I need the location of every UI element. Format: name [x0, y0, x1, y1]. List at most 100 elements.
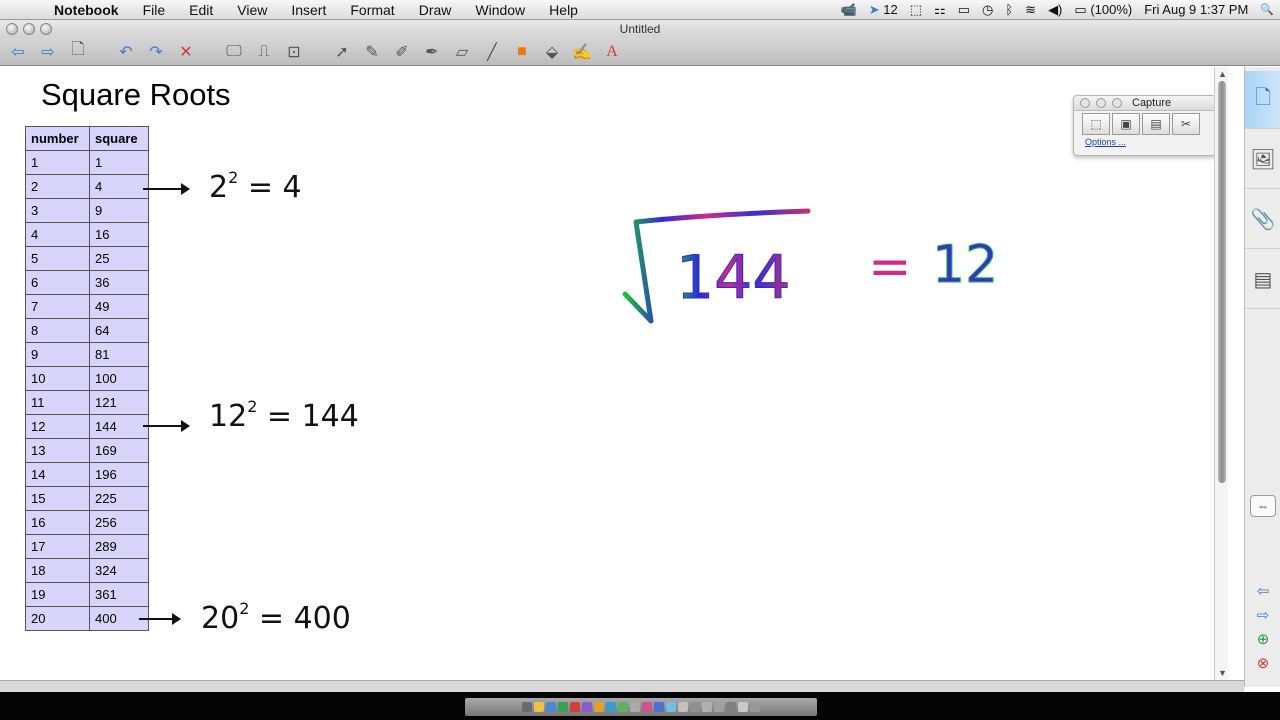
- dock-app-icon[interactable]: [690, 702, 700, 712]
- menu-edit[interactable]: Edit: [177, 0, 225, 20]
- cursor-icon: ➤: [868, 2, 880, 17]
- gallery-tab-icon[interactable]: 🖼: [1245, 131, 1280, 189]
- dock-app-icon[interactable]: [618, 702, 628, 712]
- dock-app-icon[interactable]: [546, 702, 556, 712]
- capture-title-bar[interactable]: Capture: [1074, 96, 1215, 111]
- select-tool-icon[interactable]: ➚: [330, 41, 354, 63]
- battery-indicator[interactable]: ▭ (100%): [1068, 0, 1138, 20]
- window-title: Untitled: [619, 22, 661, 36]
- dock-area: [0, 692, 1280, 720]
- side-delete-page-icon[interactable]: ⊗: [1253, 653, 1273, 673]
- radicand-text: 144: [676, 243, 791, 313]
- capture-options-link[interactable]: Options ...: [1074, 137, 1215, 147]
- menu-app-notebook[interactable]: Notebook: [44, 0, 131, 20]
- dock-app-icon[interactable]: [534, 702, 544, 712]
- dock-app-icon[interactable]: [654, 702, 664, 712]
- full-screen-icon[interactable]: 🖵: [222, 41, 246, 63]
- display-icon[interactable]: ▭: [952, 0, 976, 20]
- creative-pen-icon[interactable]: ✐: [390, 41, 414, 63]
- dock-app-icon[interactable]: [678, 702, 688, 712]
- previous-page-icon[interactable]: ⇦: [6, 41, 30, 63]
- menu-window[interactable]: Window: [463, 0, 537, 20]
- dock-app-icon[interactable]: [750, 702, 760, 712]
- minimize-window-button[interactable]: [23, 23, 35, 35]
- dock-app-icon[interactable]: [702, 702, 712, 712]
- vertical-scrollbar[interactable]: ▲ ▼: [1214, 67, 1228, 680]
- pen-tool-icon[interactable]: ✎: [360, 41, 384, 63]
- cursor-count-indicator[interactable]: ➤ 12: [863, 0, 904, 20]
- screen-shade-icon[interactable]: ⎍: [252, 41, 276, 63]
- properties-tab-icon[interactable]: ▤: [1245, 251, 1280, 309]
- dock-app-icon[interactable]: [582, 702, 592, 712]
- horizontal-scroll-strip[interactable]: [0, 680, 1244, 692]
- add-page-icon[interactable]: 🗋: [66, 41, 90, 63]
- freehand-capture-button[interactable]: ✂: [1172, 113, 1200, 135]
- redo-icon[interactable]: ↷: [144, 41, 168, 63]
- side-tabs: 🗋 🖼 📎 ▤ ⇔ ⇦ ⇨ ⊕ ⊗: [1244, 67, 1280, 687]
- menu-view[interactable]: View: [225, 0, 279, 20]
- close-window-button[interactable]: [6, 23, 18, 35]
- scroll-up-icon[interactable]: ▲: [1218, 69, 1227, 79]
- screen-capture-icon[interactable]: ⬚: [904, 0, 928, 20]
- page-sorter-tab-icon[interactable]: 🗋: [1245, 71, 1280, 129]
- battery-icon: ▭: [1074, 2, 1087, 17]
- menu-insert[interactable]: Insert: [279, 0, 338, 20]
- camera-icon[interactable]: 📹: [835, 0, 863, 20]
- properties-icon[interactable]: ✍: [570, 41, 594, 63]
- menu-help[interactable]: Help: [537, 0, 590, 20]
- area-capture-button[interactable]: ⬚: [1082, 113, 1110, 135]
- line-tool-icon[interactable]: ╱: [480, 41, 504, 63]
- toolbar: ⇦ ⇨ 🗋 ↶ ↷ ✕ 🖵 ⎍ ⊡ ➚ ✎ ✐ ✒ ▱ ╱ ■ ⬙ ✍ A: [0, 38, 1280, 66]
- dock-app-icon[interactable]: [594, 702, 604, 712]
- clock[interactable]: Fri Aug 9 1:37 PM: [1138, 0, 1254, 20]
- battery-label: (100%): [1090, 2, 1133, 17]
- side-add-page-icon[interactable]: ⊕: [1253, 629, 1273, 649]
- scroll-down-icon[interactable]: ▼: [1218, 668, 1227, 678]
- attachments-tab-icon[interactable]: 📎: [1245, 191, 1280, 249]
- menu-draw[interactable]: Draw: [407, 0, 464, 20]
- window-controls: [6, 23, 52, 35]
- delete-icon[interactable]: ✕: [174, 41, 198, 63]
- capture-minimize-button[interactable]: [1096, 98, 1106, 108]
- time-machine-icon[interactable]: ◷: [976, 0, 999, 20]
- dock-app-icon[interactable]: [726, 702, 736, 712]
- shapes-tool-icon[interactable]: ■: [510, 41, 534, 63]
- bluetooth-icon[interactable]: ᛒ: [999, 0, 1019, 20]
- capture-toolbar-icon[interactable]: ⊡: [282, 41, 306, 63]
- capture-palette[interactable]: Capture ⬚ ▣ ▤ ✂ Options ...: [1073, 95, 1216, 156]
- screen-capture-button[interactable]: ▤: [1142, 113, 1170, 135]
- dock-app-icon[interactable]: [642, 702, 652, 712]
- next-page-icon[interactable]: ⇨: [36, 41, 60, 63]
- dock-app-icon[interactable]: [570, 702, 580, 712]
- dock-app-icon[interactable]: [630, 702, 640, 712]
- whiteboard-canvas[interactable]: Square Roots number square 1 1 2 4 3 9 4 16 5 25 6…: [0, 67, 1214, 680]
- capture-zoom-button[interactable]: [1112, 98, 1122, 108]
- cursor-count-label: 12: [883, 2, 898, 17]
- text-tool-icon[interactable]: A: [600, 41, 624, 63]
- side-next-page-icon[interactable]: ⇨: [1253, 605, 1273, 625]
- window-title-bar: Untitled: [0, 20, 1280, 38]
- window-capture-button[interactable]: ▣: [1112, 113, 1140, 135]
- eraser-icon[interactable]: ▱: [450, 41, 474, 63]
- side-previous-page-icon[interactable]: ⇦: [1253, 581, 1273, 601]
- volume-icon[interactable]: ◀): [1042, 0, 1068, 20]
- spotlight-search-icon[interactable]: 🔍: [1254, 0, 1280, 20]
- capture-close-button[interactable]: [1080, 98, 1090, 108]
- scroll-thumb[interactable]: [1218, 81, 1226, 483]
- menu-file[interactable]: File: [131, 0, 178, 20]
- wifi-icon[interactable]: ≋: [1019, 0, 1042, 20]
- dock-app-icon[interactable]: [738, 702, 748, 712]
- dock-app-icon[interactable]: [606, 702, 616, 712]
- dock-app-icon[interactable]: [522, 702, 532, 712]
- move-sidebar-icon[interactable]: ⇔: [1250, 495, 1276, 517]
- spaces-icon[interactable]: ⚏: [928, 0, 952, 20]
- menu-format[interactable]: Format: [338, 0, 406, 20]
- dock-app-icon[interactable]: [714, 702, 724, 712]
- zoom-window-button[interactable]: [40, 23, 52, 35]
- undo-icon[interactable]: ↶: [114, 41, 138, 63]
- magic-pen-icon[interactable]: ✒: [420, 41, 444, 63]
- dock-app-icon[interactable]: [666, 702, 676, 712]
- equals-text: =: [868, 237, 912, 297]
- fill-tool-icon[interactable]: ⬙: [540, 41, 564, 63]
- dock-app-icon[interactable]: [558, 702, 568, 712]
